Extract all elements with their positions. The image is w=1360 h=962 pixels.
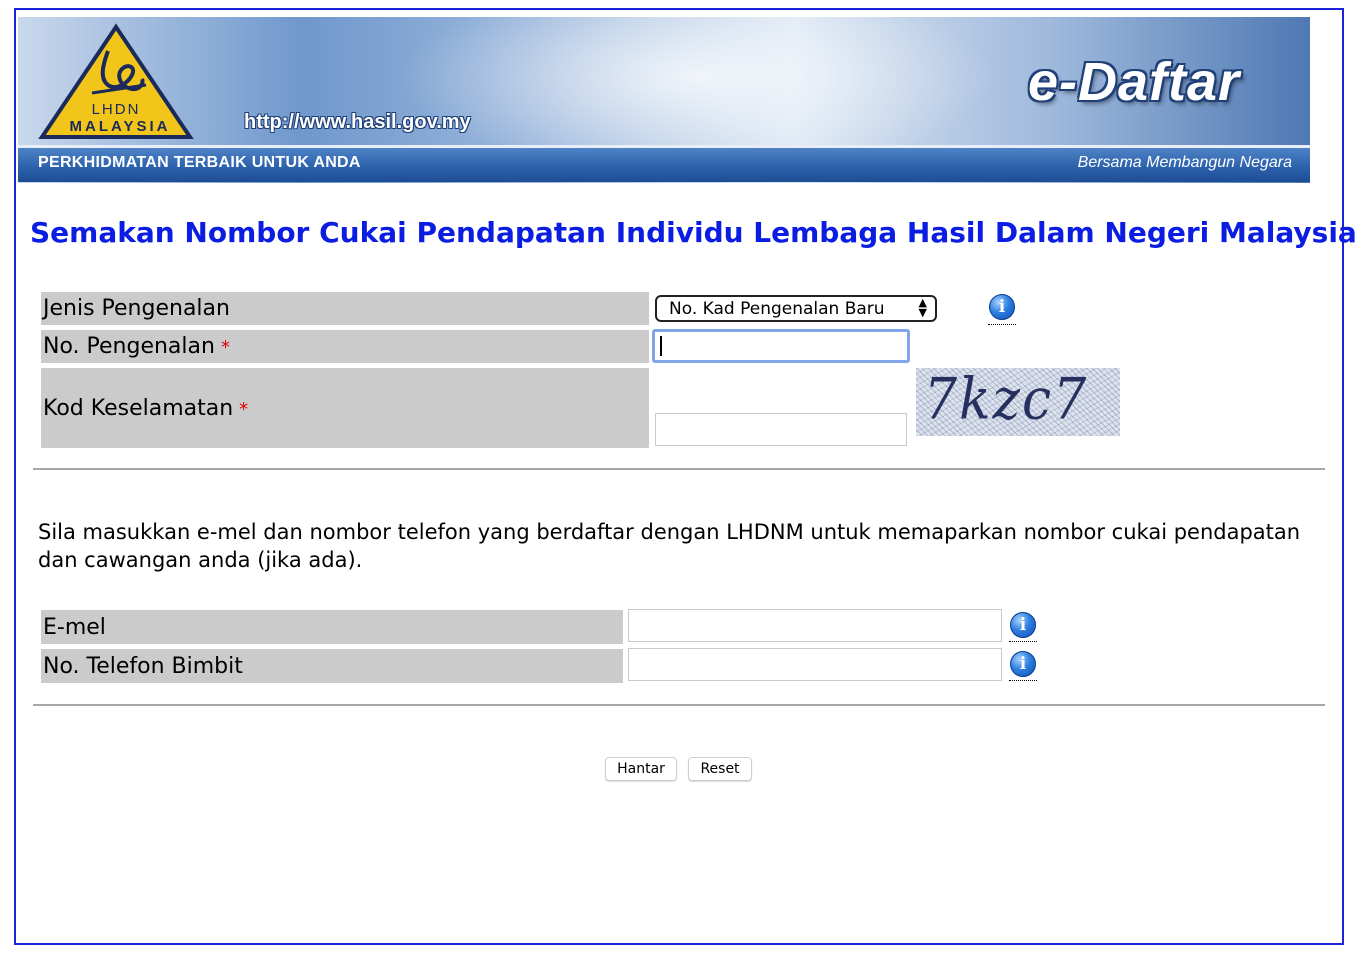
- app-name: e-Daftar: [1027, 52, 1240, 112]
- info-icon: i: [1010, 651, 1036, 677]
- page-title: Semakan Nombor Cukai Pendapatan Individu…: [30, 216, 1357, 249]
- header-banner: LHDN MALAYSIA http://www.hasil.gov.my e-…: [18, 17, 1310, 183]
- email-label: E-mel: [43, 615, 106, 640]
- info-icon: i: [989, 294, 1015, 320]
- info-icon: i: [1010, 612, 1036, 638]
- phone-info-link[interactable]: i: [1009, 648, 1037, 681]
- id-no-label-cell: No. Pengenalan *: [41, 330, 649, 363]
- id-type-label: Jenis Pengenalan: [43, 296, 230, 321]
- lhdn-logo: LHDN MALAYSIA: [36, 23, 196, 141]
- required-mark: *: [239, 399, 249, 420]
- banner-strip: PERKHIDMATAN TERBAIK UNTUK ANDA Bersama …: [18, 145, 1310, 182]
- phone-input[interactable]: [628, 648, 1002, 681]
- id-type-select[interactable]: No. Kad Pengenalan Baru ▲ ▼: [655, 295, 937, 322]
- security-code-input[interactable]: [655, 413, 907, 446]
- divider: [33, 468, 1325, 470]
- text-caret: [660, 336, 662, 356]
- id-no-label: No. Pengenalan: [43, 334, 215, 359]
- id-type-label-cell: Jenis Pengenalan: [41, 292, 649, 325]
- captcha-code: 7kzc7: [924, 368, 1089, 433]
- submit-button[interactable]: Hantar: [605, 757, 677, 781]
- banner-motto: Bersama Membangun Negara: [1077, 154, 1292, 171]
- security-label-row: Kod Keselamatan *: [43, 396, 248, 421]
- id-type-info-link[interactable]: i: [988, 292, 1016, 325]
- email-input[interactable]: [628, 609, 1002, 642]
- phone-label: No. Telefon Bimbit: [43, 654, 243, 679]
- id-no-label-row: No. Pengenalan *: [43, 334, 230, 359]
- email-info-link[interactable]: i: [1009, 609, 1037, 642]
- banner-url: http://www.hasil.gov.my: [244, 111, 471, 133]
- banner-slogan: PERKHIDMATAN TERBAIK UNTUK ANDA: [38, 154, 361, 171]
- phone-label-cell: No. Telefon Bimbit: [41, 649, 623, 683]
- id-no-input[interactable]: [652, 329, 910, 363]
- logo-text-lhdn: LHDN: [91, 101, 141, 118]
- security-label-cell: Kod Keselamatan *: [41, 368, 649, 448]
- security-label: Kod Keselamatan: [43, 396, 234, 421]
- reset-button[interactable]: Reset: [688, 757, 752, 781]
- email-label-cell: E-mel: [41, 610, 623, 644]
- contact-instructions: Sila masukkan e-mel dan nombor telefon y…: [38, 520, 1301, 572]
- dropdown-arrows-icon: ▲ ▼: [918, 296, 927, 319]
- id-type-selected-value: No. Kad Pengenalan Baru: [669, 299, 885, 319]
- divider: [33, 704, 1325, 706]
- captcha-image: 7kzc7: [916, 368, 1120, 436]
- logo-text-malaysia: MALAYSIA: [69, 118, 171, 135]
- required-mark: *: [220, 337, 230, 358]
